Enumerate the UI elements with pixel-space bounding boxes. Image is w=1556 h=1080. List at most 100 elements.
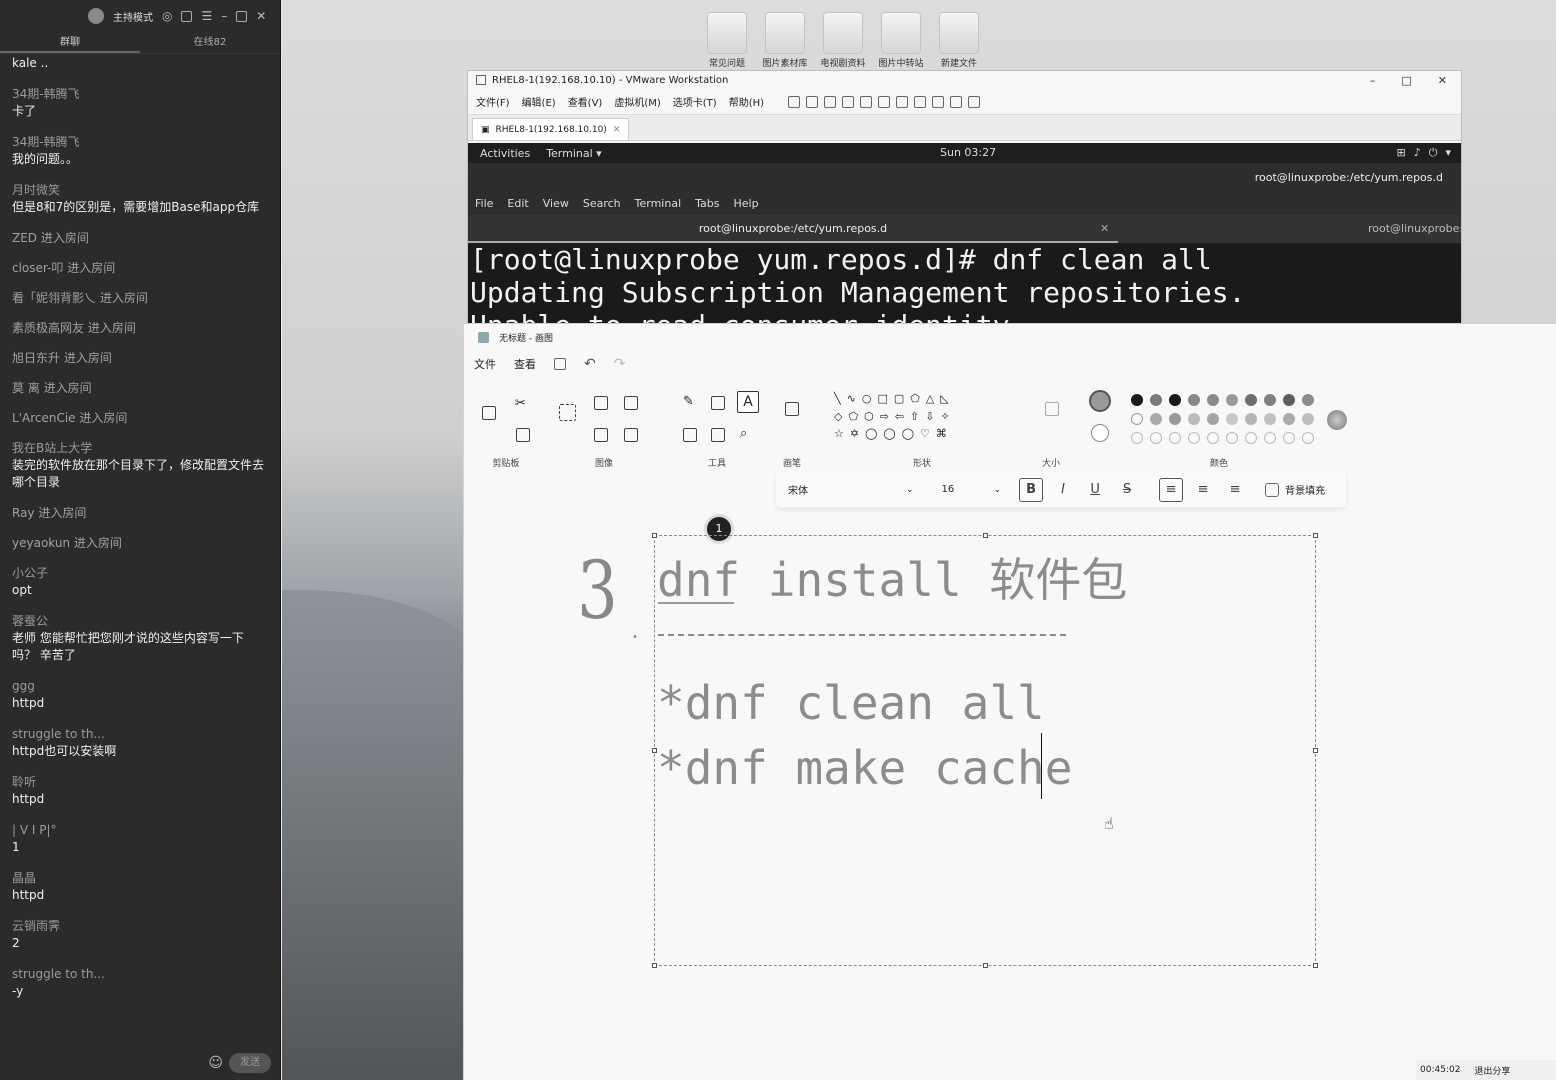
palette-swatch[interactable] xyxy=(1283,394,1295,406)
color-2-swatch[interactable] xyxy=(1091,424,1109,442)
chevron-down-icon[interactable]: ⌄ xyxy=(906,485,914,495)
tab-vm-rhel8[interactable]: ▣ RHEL8-1(192.168.10.10) ✕ xyxy=(472,118,630,140)
palette-swatch[interactable] xyxy=(1264,394,1276,406)
chat-message-list[interactable]: kale .. 34期-韩腾飞 卡了 34期-韩腾飞 我的问题。。 月时微笑 但是8和… xyxy=(12,55,267,1014)
terminal-tab-active[interactable]: root@linuxprobe:/etc/yum.repos.d xyxy=(468,215,1118,243)
close-tab-icon[interactable]: ✕ xyxy=(613,125,621,135)
term-menu-help[interactable]: Help xyxy=(734,193,759,215)
eraser-icon[interactable] xyxy=(683,428,697,442)
palette-swatch[interactable] xyxy=(1302,413,1314,425)
thumbnail-icon[interactable] xyxy=(896,95,909,108)
palette-swatch[interactable] xyxy=(1207,432,1219,444)
shape-gallery-row-1[interactable]: ╲∿○□▢⬠△◺ xyxy=(834,392,955,405)
guest-screen[interactable]: Activities Terminal ▾ Sun 03:27 ⊞ ♪ ⏻ ▾ … xyxy=(468,143,1461,324)
color-picker-icon[interactable] xyxy=(711,428,725,442)
term-menu-tabs[interactable]: Tabs xyxy=(695,193,719,215)
menu-view[interactable]: 查看(V) xyxy=(568,94,603,109)
fill-icon[interactable] xyxy=(711,396,725,410)
tab-online[interactable]: 在线82 xyxy=(140,32,280,53)
font-family-select[interactable]: 宋体 xyxy=(776,482,906,497)
desktop-icon[interactable]: 图片中转站 xyxy=(877,12,925,69)
palette-swatch[interactable] xyxy=(1283,413,1295,425)
menu-view[interactable]: 查看 xyxy=(514,356,536,372)
resize-handle[interactable] xyxy=(983,963,988,968)
term-menu-edit[interactable]: Edit xyxy=(507,193,528,215)
shape-gallery-row-2[interactable]: ◇⬠⬡⇨⇦⇧⇩✧ xyxy=(834,410,956,423)
palette-swatch[interactable] xyxy=(1150,432,1162,444)
align-left-button[interactable]: ≡ xyxy=(1159,477,1184,502)
term-menu-terminal[interactable]: Terminal xyxy=(635,193,682,215)
terminal-output[interactable]: [root@linuxprobe yum.repos.d]# dnf clean… xyxy=(468,243,1461,324)
send-keys-icon[interactable] xyxy=(806,95,819,108)
send-button[interactable]: 发送 xyxy=(229,1053,271,1073)
resize-handle[interactable] xyxy=(1313,533,1318,538)
select-icon[interactable] xyxy=(559,404,576,421)
pencil-icon[interactable]: ✎ xyxy=(683,394,694,409)
desktop-icon[interactable]: 常见问题 xyxy=(703,12,751,69)
snapshot-icon[interactable] xyxy=(824,95,837,108)
resize-handle[interactable] xyxy=(652,963,657,968)
terminal-tab-2[interactable]: root@linuxprobe:/ xyxy=(1368,215,1461,243)
palette-swatch[interactable] xyxy=(1150,394,1162,406)
paste-icon[interactable] xyxy=(482,406,496,420)
align-center-button[interactable]: ≡ xyxy=(1191,478,1215,502)
palette-swatch[interactable] xyxy=(1131,394,1143,406)
resize-handle[interactable] xyxy=(1313,963,1318,968)
minimize-icon[interactable]: – xyxy=(1370,74,1376,87)
revert-snapshot-icon[interactable] xyxy=(842,95,855,108)
close-icon[interactable]: ✕ xyxy=(1100,222,1109,235)
close-icon[interactable]: ✕ xyxy=(1438,74,1447,87)
palette-swatch[interactable] xyxy=(1207,394,1219,406)
save-icon[interactable] xyxy=(554,358,566,370)
menu-tabs[interactable]: 选项卡(T) xyxy=(673,94,717,109)
magnifier-icon[interactable]: ⌕ xyxy=(740,426,747,441)
desktop-icon[interactable]: 电视剧资料 xyxy=(819,12,867,69)
minimize-icon[interactable]: – xyxy=(221,10,227,22)
fullscreen-icon[interactable] xyxy=(914,95,927,108)
palette-swatch[interactable] xyxy=(1131,432,1143,444)
menu-help[interactable]: 帮助(H) xyxy=(729,94,764,109)
system-tray[interactable]: ⊞ ♪ ⏻ ▾ xyxy=(1397,146,1451,160)
palette-swatch[interactable] xyxy=(1245,394,1257,406)
strikethrough-button[interactable]: S xyxy=(1115,478,1139,502)
desktop-icon[interactable]: 图片素材库 xyxy=(761,12,809,69)
resize-handle[interactable] xyxy=(983,533,988,538)
palette-swatch[interactable] xyxy=(1245,432,1257,444)
cut-icon[interactable]: ✂ xyxy=(515,396,526,411)
term-menu-search[interactable]: Search xyxy=(583,193,621,215)
pause-icon[interactable] xyxy=(788,95,801,108)
palette-swatch[interactable] xyxy=(1131,413,1143,425)
menu-edit[interactable]: 编辑(E) xyxy=(522,94,556,109)
flip-icon[interactable] xyxy=(624,428,638,442)
desktop-icon[interactable]: 新建文件 xyxy=(935,12,983,69)
palette-swatch[interactable] xyxy=(1150,413,1162,425)
font-size-select[interactable]: 16 xyxy=(934,484,994,495)
brush-icon[interactable] xyxy=(785,402,799,416)
term-menu-file[interactable]: File xyxy=(475,193,493,215)
edit-colors-icon[interactable] xyxy=(1327,410,1347,430)
sidebar-toggle-icon[interactable] xyxy=(878,95,891,108)
text-tool-icon[interactable]: A xyxy=(737,391,759,413)
unity-icon[interactable] xyxy=(932,95,945,108)
smile-icon[interactable]: ☺ xyxy=(208,1055,223,1071)
color-1-swatch[interactable] xyxy=(1089,390,1111,412)
activities-button[interactable]: Activities xyxy=(480,147,530,160)
align-right-button[interactable]: ≡ xyxy=(1223,478,1247,502)
palette-swatch[interactable] xyxy=(1226,394,1238,406)
undo-icon[interactable]: ↶ xyxy=(584,356,596,372)
vmware-titlebar[interactable]: RHEL8-1(192.168.10.10) - VMware Workstat… xyxy=(468,71,1461,89)
resize-icon[interactable] xyxy=(594,428,608,442)
resize-handle[interactable] xyxy=(652,748,657,753)
italic-button[interactable]: I xyxy=(1051,478,1075,502)
palette-swatch[interactable] xyxy=(1302,432,1314,444)
palette-swatch[interactable] xyxy=(1188,394,1200,406)
palette-swatch[interactable] xyxy=(1169,432,1181,444)
popout-icon[interactable] xyxy=(181,10,193,22)
text-box[interactable]: dnf install 软件包 *dnf clean all *dnf make… xyxy=(652,533,1318,968)
copy-icon[interactable] xyxy=(516,428,530,442)
exit-share-button[interactable]: 退出分享 xyxy=(1474,1064,1510,1077)
maximize-icon[interactable]: □ xyxy=(1401,74,1411,87)
palette-swatch[interactable] xyxy=(1226,413,1238,425)
drawing-canvas[interactable]: 1 3 • dnf install 软件包 *dnf clean all *dn… xyxy=(464,514,1556,1080)
palette-swatch[interactable] xyxy=(1169,413,1181,425)
